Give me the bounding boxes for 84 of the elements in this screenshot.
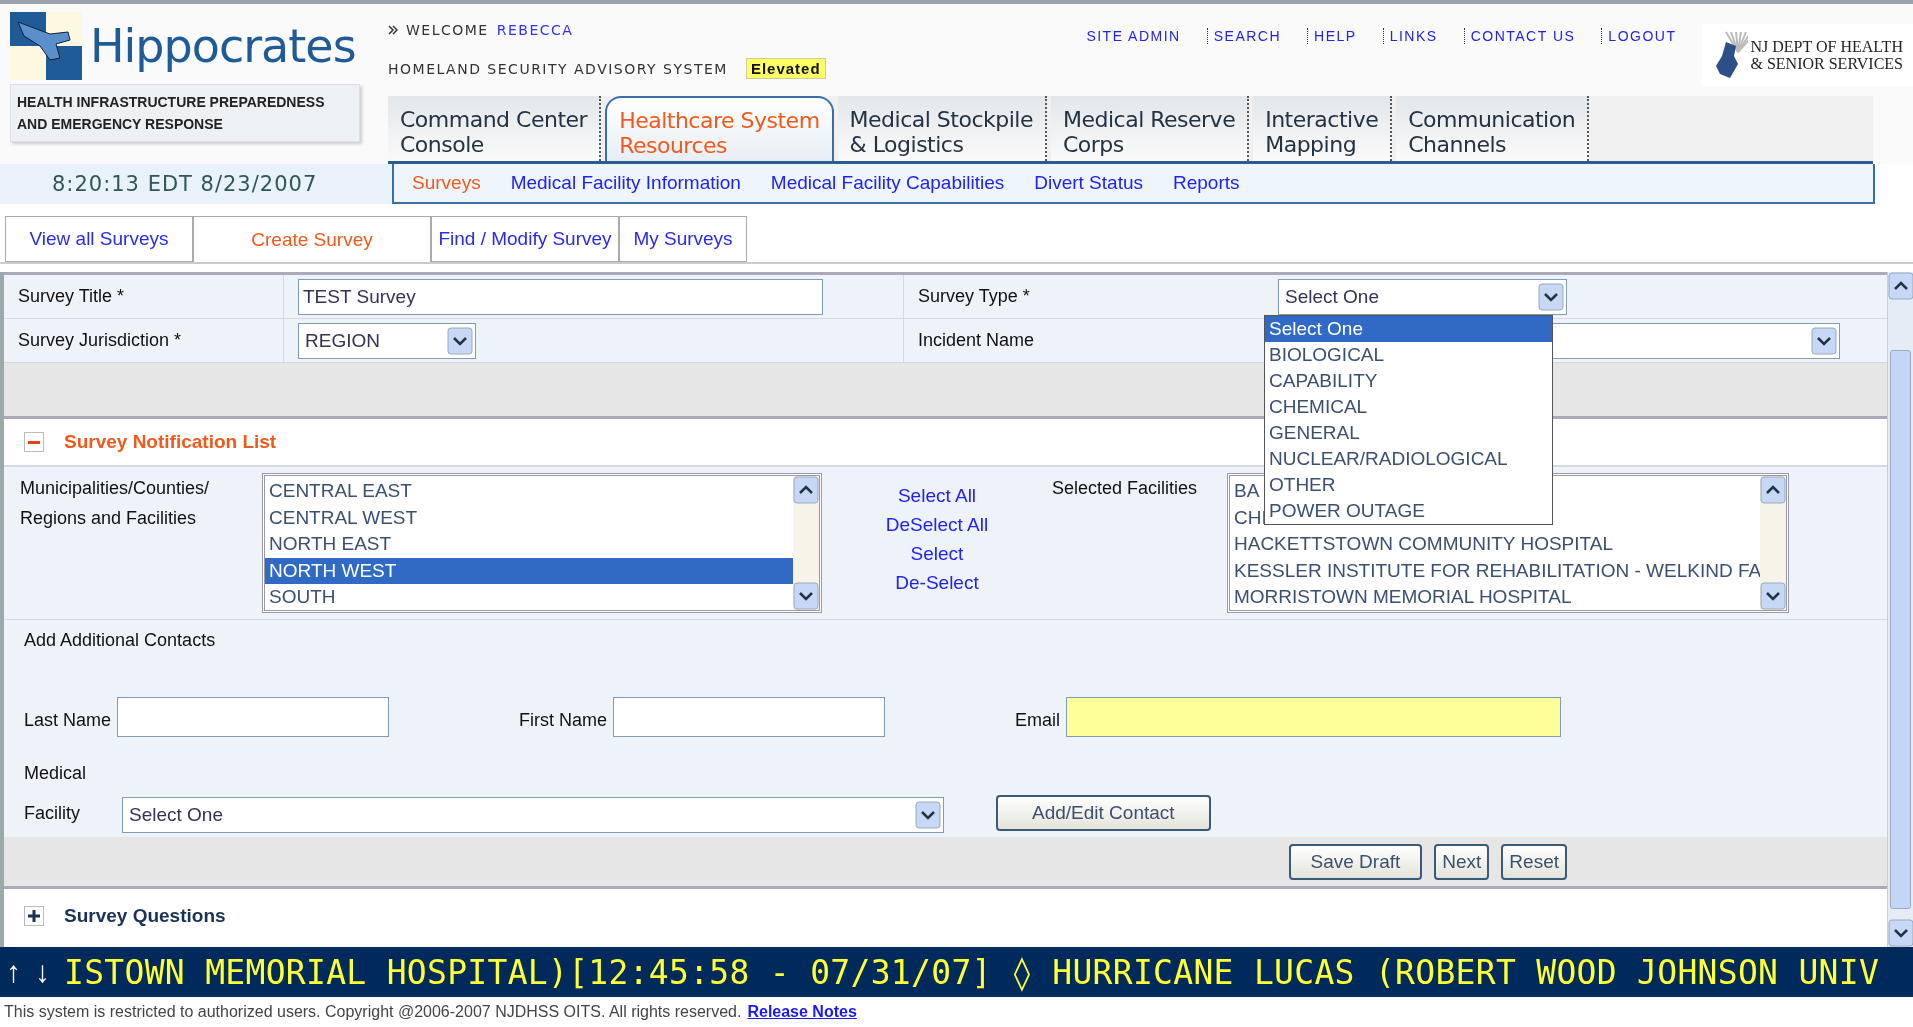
- advisory-level: Elevated: [745, 58, 826, 79]
- chevron-down-icon[interactable]: [447, 326, 473, 355]
- ticker-arrow[interactable]: ↓: [35, 955, 50, 989]
- list-action-link[interactable]: DeSelect All: [885, 514, 989, 536]
- list-option[interactable]: HACKETTSTOWN COMMUNITY HOSPITAL: [1230, 531, 1760, 558]
- chevron-down-icon[interactable]: [1760, 582, 1786, 610]
- news-ticker: ISTOWN MEMORIAL HOSPITAL)[12:45:58 - 07/31/07] ◊ HURRICANE LUCAS (ROBERT WOOD JOHNSON UNIV: [64, 952, 1880, 992]
- double-chevron-icon: [388, 25, 398, 35]
- chevron-down-icon[interactable]: [1538, 282, 1564, 311]
- sub-nav-link[interactable]: Reports: [1173, 172, 1240, 194]
- chevron-up-icon[interactable]: [1760, 476, 1786, 504]
- scrollbar[interactable]: [793, 476, 819, 610]
- survey-type-select[interactable]: Select One: [1278, 278, 1567, 315]
- sub-nav-link[interactable]: Divert Status: [1034, 172, 1143, 194]
- field-label: Survey Type *: [918, 286, 1030, 307]
- form-button[interactable]: Next: [1434, 843, 1490, 880]
- list-option[interactable]: CENTRAL EAST: [265, 478, 793, 505]
- header-link[interactable]: SEARCH: [1206, 28, 1288, 44]
- survey-tab[interactable]: My Surveys: [619, 216, 747, 262]
- section-title: Survey Questions: [64, 905, 226, 927]
- list-option[interactable]: NORTH EAST: [265, 531, 793, 558]
- sub-nav-link[interactable]: Medical Facility Capabilities: [770, 172, 1005, 194]
- clock: 8:20:13 EDT 8/23/2007: [0, 164, 392, 204]
- list-option[interactable]: MORRISTOWN MEMORIAL HOSPITAL: [1230, 584, 1760, 610]
- field-label: Last Name: [24, 710, 112, 731]
- first-name-input[interactable]: [613, 697, 886, 737]
- survey-title-input[interactable]: TEST Survey: [298, 278, 823, 315]
- list-action-link[interactable]: De-Select: [895, 572, 979, 594]
- agency-name: NJ DEPT OF HEALTH & SENIOR SERVICES: [1750, 38, 1903, 72]
- header-link[interactable]: CONTACT US: [1463, 28, 1582, 44]
- field-label: Survey Title *: [18, 286, 125, 307]
- facility-select[interactable]: Select One: [122, 797, 944, 833]
- jurisdiction-select[interactable]: REGION: [298, 322, 476, 359]
- advisory-label: HOMELAND SECURITY ADVISORY SYSTEM: [388, 60, 728, 77]
- expand-icon[interactable]: [24, 906, 44, 926]
- list-action-link[interactable]: Select All: [897, 485, 977, 507]
- chevron-down-icon[interactable]: [793, 582, 819, 610]
- survey-tab[interactable]: Find / Modify Survey: [431, 216, 619, 262]
- chevron-down-icon[interactable]: [915, 801, 941, 829]
- dropdown-option[interactable]: Select One: [1265, 316, 1552, 342]
- chevron-up-icon[interactable]: [793, 476, 819, 504]
- email-input[interactable]: [1066, 697, 1562, 737]
- main-tab[interactable]: Communication Channels: [1396, 96, 1590, 161]
- field-label: Email: [1015, 710, 1061, 731]
- copyright-notice: This system is restricted to authorized users. Copyright @2006-2007 NJDHSS OITS. All rights reserved.: [4, 1003, 742, 1021]
- field-label: Medical Facility: [24, 762, 88, 825]
- sub-nav-link[interactable]: Medical Facility Information: [510, 172, 741, 194]
- field-label: Incident Name: [918, 330, 1035, 351]
- section-label: Add Additional Contacts: [24, 630, 217, 651]
- list-label: Municipalities/Counties/ Regions and Facilities: [20, 477, 211, 530]
- last-name-input[interactable]: [117, 697, 390, 737]
- scrollbar[interactable]: [1760, 476, 1786, 610]
- chevron-up-icon[interactable]: [1888, 272, 1913, 300]
- chevron-down-icon[interactable]: [1888, 919, 1913, 947]
- field-label: First Name: [519, 710, 608, 731]
- header-link[interactable]: SITE ADMIN: [1080, 28, 1187, 44]
- main-tab[interactable]: Medical Stockpile & Logistics: [837, 96, 1047, 161]
- header-link[interactable]: LOGOUT: [1601, 28, 1683, 44]
- list-action-link[interactable]: Select: [910, 543, 964, 565]
- field-label: Survey Jurisdiction *: [18, 330, 182, 351]
- release-notes-link[interactable]: Release Notes: [747, 1003, 857, 1021]
- logo-subtitle: HEALTH INFRASTRUCTURE PREPAREDNESS AND EMERGENCY RESPONSE: [10, 84, 360, 142]
- collapse-icon[interactable]: [24, 432, 44, 452]
- region-listbox[interactable]: CENTRAL EAST CENTRAL WEST NORTH EAST NORTH WEST SOUTH: [262, 473, 822, 613]
- form-button[interactable]: Save Draft: [1288, 843, 1423, 880]
- main-tab[interactable]: Command Center Console: [388, 96, 602, 161]
- scrollbar[interactable]: [1887, 272, 1913, 947]
- logo-title: Hippocrates: [90, 19, 356, 73]
- welcome-label: WELCOME: [406, 22, 489, 38]
- list-label: Selected Facilities: [1052, 477, 1199, 500]
- add-contact-button[interactable]: Add/Edit Contact: [996, 795, 1211, 831]
- list-option[interactable]: CENTRAL WEST: [265, 504, 793, 531]
- user-name: REBECCA: [496, 22, 574, 38]
- header-link[interactable]: LINKS: [1382, 28, 1444, 44]
- chevron-down-icon[interactable]: [1811, 326, 1837, 355]
- list-option[interactable]: NORTH WEST: [265, 557, 793, 584]
- header-link[interactable]: HELP: [1307, 28, 1363, 44]
- ticker-arrow[interactable]: ↑: [6, 955, 21, 989]
- main-tab[interactable]: Medical Reserve Corps: [1050, 96, 1250, 161]
- section-title: Survey Notification List: [64, 431, 277, 453]
- survey-tab[interactable]: View all Surveys: [5, 216, 193, 262]
- form-button[interactable]: Reset: [1501, 843, 1567, 880]
- list-option[interactable]: SOUTH: [265, 584, 793, 610]
- main-tab[interactable]: Interactive Mapping: [1253, 96, 1393, 161]
